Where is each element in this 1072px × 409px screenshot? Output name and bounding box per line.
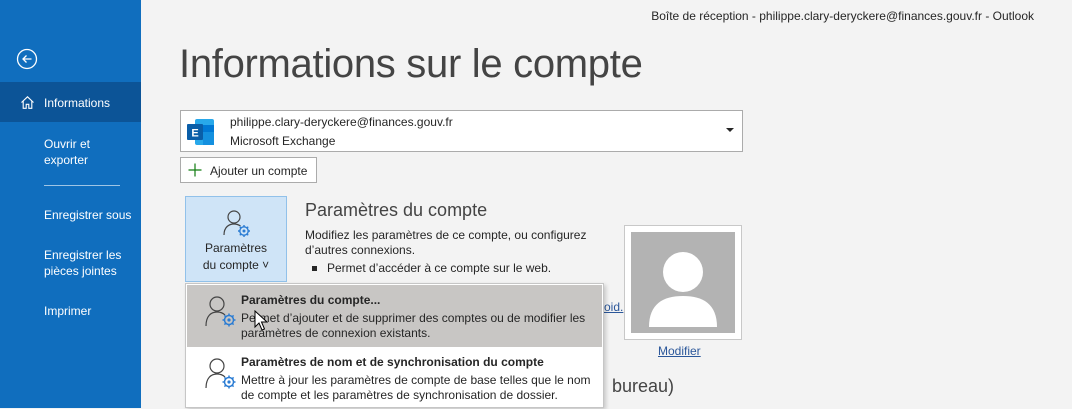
title-bar: Boîte de réception - philippe.clary-dery… <box>141 0 1072 32</box>
person-silhouette-icon <box>649 252 717 327</box>
account-email: philippe.clary-deryckere@finances.gouv.f… <box>230 115 453 129</box>
account-settings-button[interactable]: Paramètres du compte ˅ <box>185 196 287 282</box>
account-dropdown[interactable]: E philippe.clary-deryckere@finances.gouv… <box>180 110 743 152</box>
back-arrow-icon[interactable] <box>16 48 38 70</box>
menu-item-title: Paramètres de nom et de synchronisation … <box>241 355 544 369</box>
nav-item-label: Enregistrer les <box>44 248 122 262</box>
plus-icon <box>188 163 202 177</box>
mouse-cursor-icon <box>254 310 268 331</box>
account-type: Microsoft Exchange <box>230 134 336 148</box>
bullet-item: Permet d’accéder à ce compte sur le web. <box>312 261 551 275</box>
section-title-partial: bureau) <box>612 376 675 396</box>
exchange-icon: E <box>187 119 214 145</box>
account-settings-label: du compte ˅ <box>202 258 270 272</box>
bullet-icon <box>312 266 317 272</box>
menu-item-account-settings[interactable]: Paramètres du compte... Permet d’ajouter… <box>187 285 602 347</box>
backstage-nav: Informations Ouvrir et exporter Enregist… <box>0 0 141 408</box>
nav-item-save-as[interactable]: Enregistrer sous <box>0 202 141 228</box>
account-settings-icon <box>223 210 250 237</box>
nav-item-informations[interactable]: Informations <box>0 82 141 122</box>
add-account-button[interactable]: Ajouter un compte <box>180 157 317 183</box>
menu-item-title: Paramètres du compte... <box>241 293 381 307</box>
menu-item-description: Mettre à jour les paramètres de compte d… <box>241 373 591 402</box>
avatar <box>631 232 735 333</box>
add-account-label: Ajouter un compte <box>210 164 308 178</box>
svg-text:E: E <box>191 128 198 140</box>
page-title: Informations sur le compte <box>179 42 643 86</box>
nav-item-label: Ouvrir et <box>44 137 91 151</box>
chevron-down-icon <box>726 128 734 132</box>
nav-separator <box>44 185 120 186</box>
menu-item-description: Permet d’ajouter et de supprimer des com… <box>241 311 586 340</box>
nav-item-print[interactable]: Imprimer <box>0 298 141 324</box>
account-settings-icon <box>205 296 236 327</box>
account-settings-menu: Paramètres du compte... Permet d’ajouter… <box>185 283 604 408</box>
modify-photo-link[interactable]: Modifier <box>658 344 701 358</box>
nav-item-label: pièces jointes <box>44 264 117 278</box>
bullet-text: Permet d’accéder à ce compte sur le web. <box>327 261 552 275</box>
section-title: Paramètres du compte <box>305 200 488 220</box>
nav-item-label: Informations <box>44 96 111 110</box>
web-link[interactable]: oid. <box>604 300 623 314</box>
account-sync-settings-icon <box>205 358 236 389</box>
window-title: Boîte de réception - philippe.clary-dery… <box>651 9 1034 23</box>
nav-item-label: exporter <box>44 153 89 167</box>
section-description: Modifiez les paramètres de ce compte, ou… <box>305 228 587 257</box>
nav-item-label: Enregistrer sous <box>44 208 132 222</box>
nav-item-open-export[interactable]: Ouvrir et exporter <box>0 134 141 174</box>
account-settings-label: Paramètres <box>204 241 268 255</box>
menu-item-name-sync-settings[interactable]: Paramètres de nom et de synchronisation … <box>187 347 602 409</box>
nav-item-save-attachments[interactable]: Enregistrer les pièces jointes <box>0 244 141 284</box>
profile-picture <box>624 225 742 340</box>
nav-item-label: Imprimer <box>44 304 92 318</box>
home-icon <box>21 96 34 109</box>
